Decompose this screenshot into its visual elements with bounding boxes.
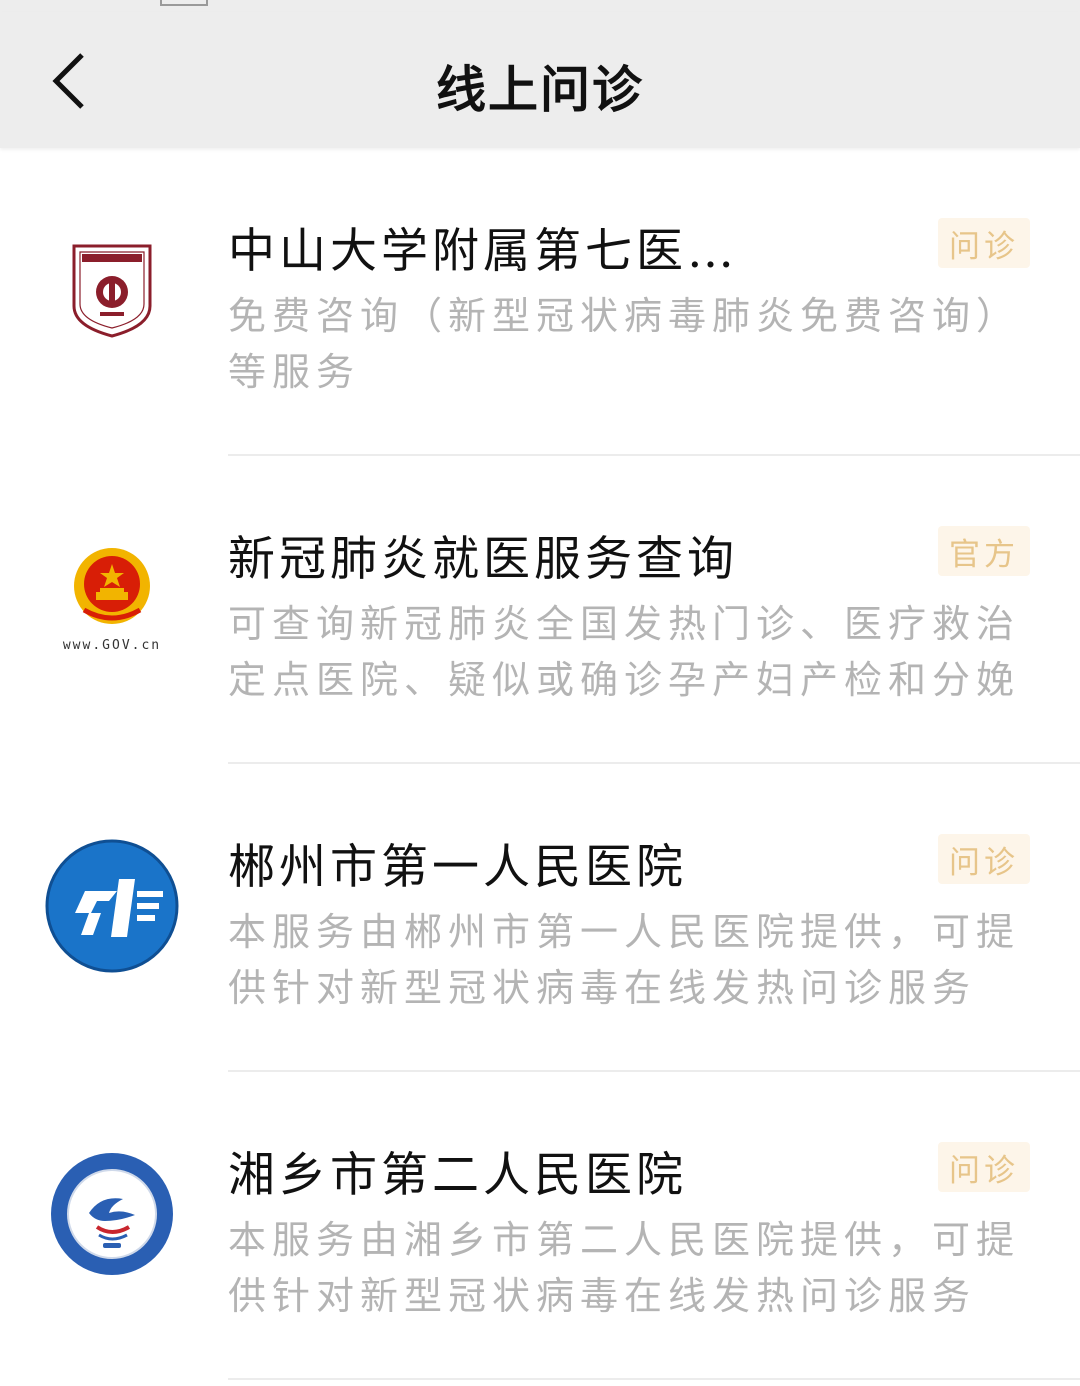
list-item[interactable]: 中山大学附属第七医… 问诊 免费咨询（新型冠状病毒肺炎免费咨询）等服务 — [0, 148, 1080, 456]
official-tag-badge: 官方 — [938, 526, 1030, 576]
consult-tag-badge: 问诊 — [938, 1142, 1030, 1192]
status-bar — [0, 0, 1080, 12]
consult-tag-badge: 问诊 — [938, 834, 1030, 884]
consult-tag-badge: 问诊 — [938, 218, 1030, 268]
list-item[interactable]: www.GOV.cn 新冠肺炎就医服务查询 官方 可查询新冠肺炎全国发热门诊、医… — [0, 456, 1080, 764]
xiangxiang-second-hospital-logo — [44, 1146, 180, 1282]
item-name: 中山大学附属第七医… — [228, 224, 738, 279]
status-indicator-icon — [160, 0, 208, 6]
chenzhou-first-hospital-logo — [44, 838, 180, 974]
item-name: 湘乡市第二人民医院 — [228, 1148, 687, 1203]
page-title: 线上问诊 — [436, 60, 644, 119]
gov-caption: www.GOV.cn — [62, 637, 162, 653]
divider — [228, 1378, 1080, 1380]
item-description: 免费咨询（新型冠状病毒肺炎免费咨询）等服务 — [228, 294, 1021, 394]
item-description: 可查询新冠肺炎全国发热门诊、医疗救治定点医院、疑似或确诊孕产妇产检和分娩定… — [228, 602, 1021, 702]
item-name: 新冠肺炎就医服务查询 — [228, 532, 738, 587]
item-description: 本服务由郴州市第一人民医院提供，可提供针对新型冠状病毒在线发热问诊服务 — [228, 910, 1021, 1010]
item-description: 本服务由湘乡市第二人民医院提供，可提供针对新型冠状病毒在线发热问诊服务 — [228, 1218, 1021, 1318]
item-name: 郴州市第一人民医院 — [228, 840, 687, 895]
list-item[interactable]: 郴州市第一人民医院 问诊 本服务由郴州市第一人民医院提供，可提供针对新型冠状病毒… — [0, 764, 1080, 1072]
nav-header: 线上问诊 — [0, 12, 1080, 148]
sysu-seventh-hospital-logo — [44, 222, 180, 358]
service-list: 中山大学附属第七医… 问诊 免费咨询（新型冠状病毒肺炎免费咨询）等服务 www.… — [0, 148, 1080, 1380]
gov-emblem-logo: www.GOV.cn — [44, 530, 180, 666]
list-item[interactable]: 湘乡市第二人民医院 问诊 本服务由湘乡市第二人民医院提供，可提供针对新型冠状病毒… — [0, 1072, 1080, 1380]
